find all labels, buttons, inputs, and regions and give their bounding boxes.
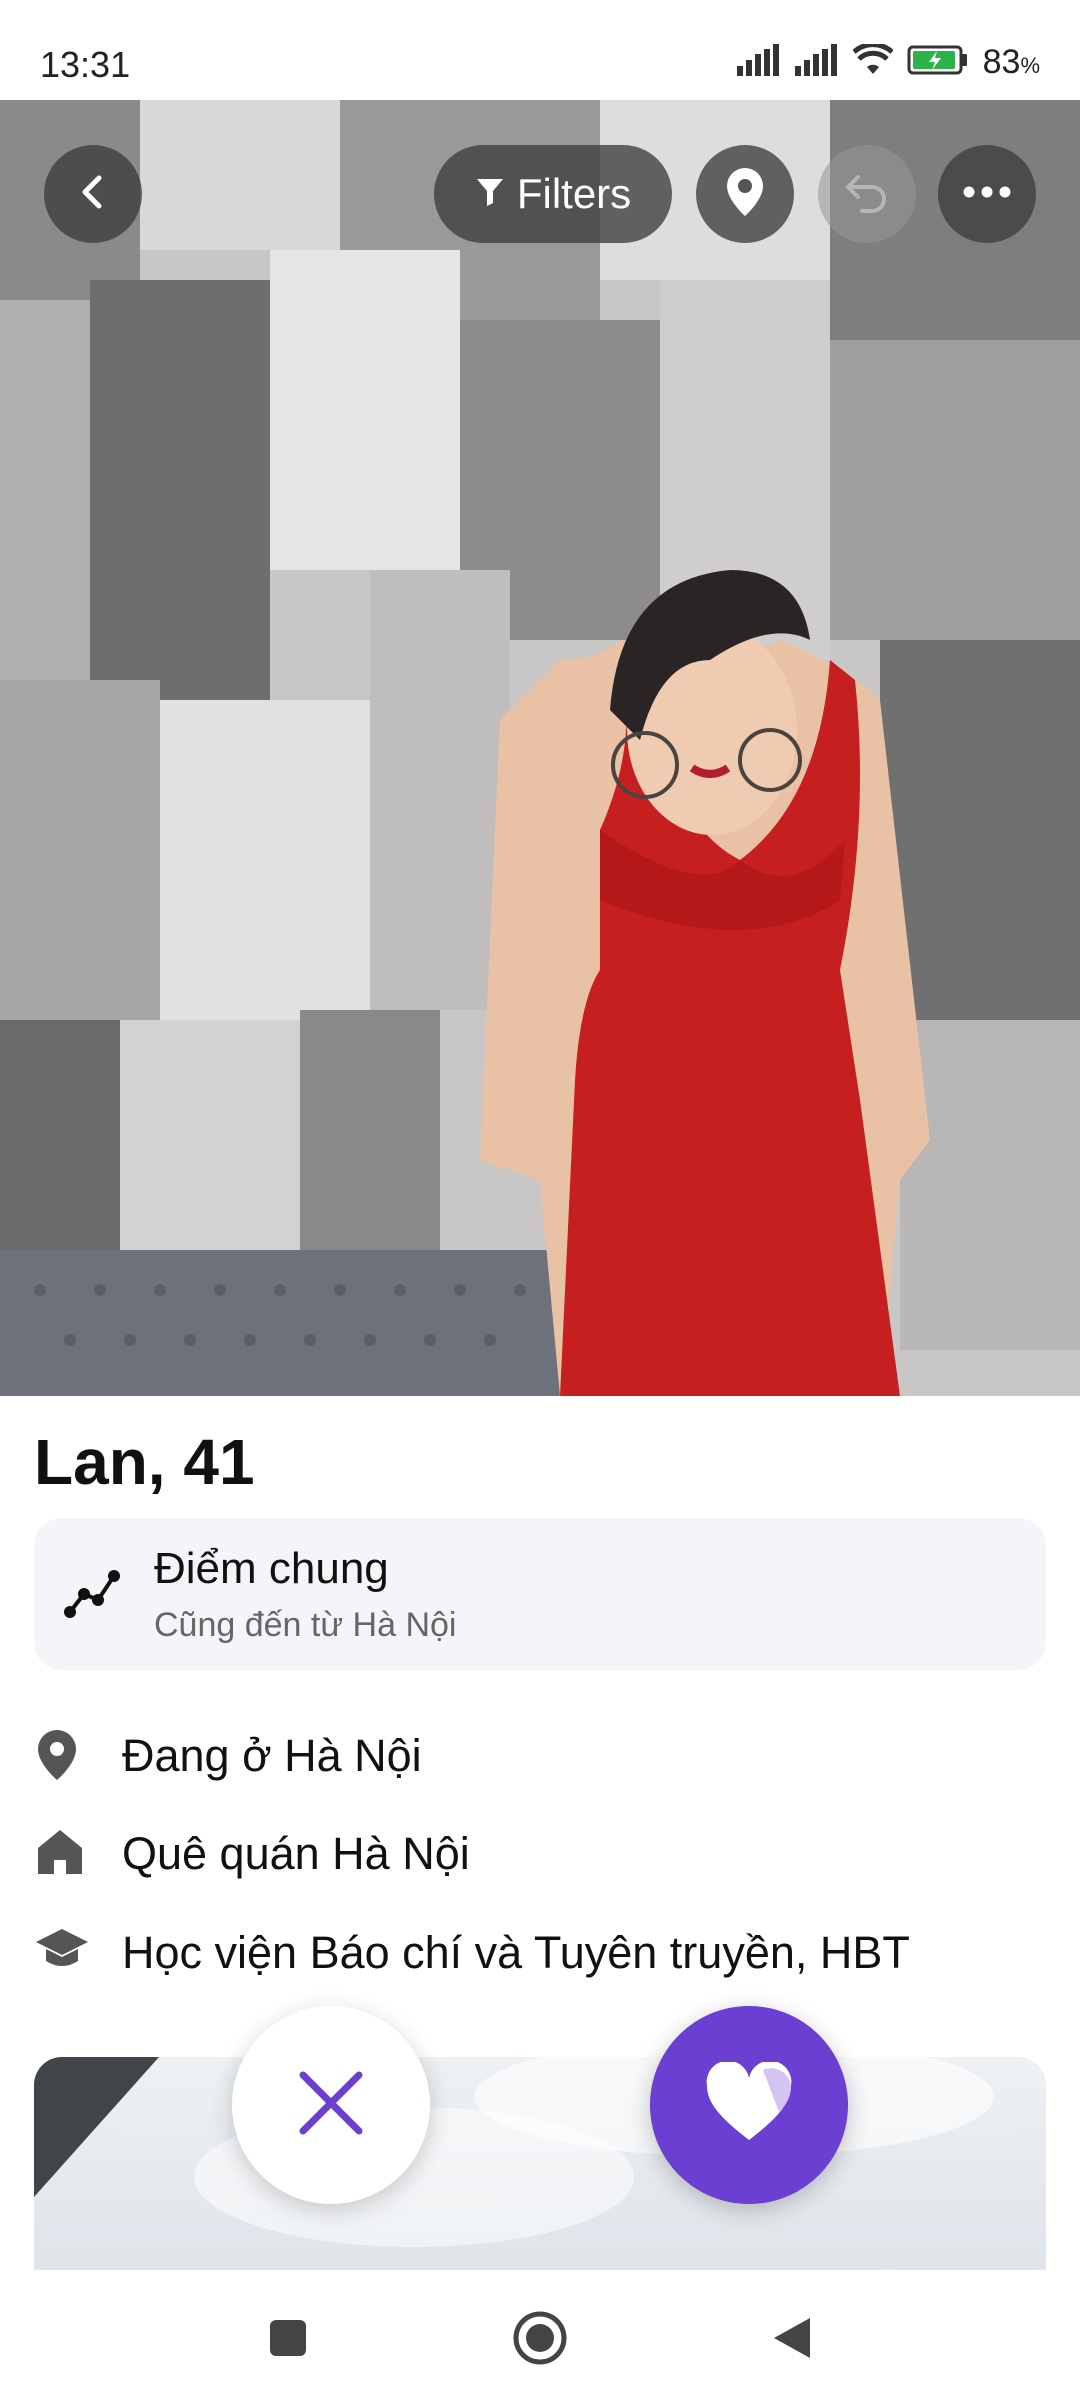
hometown-text: Quê quán Hà Nội <box>122 1828 470 1879</box>
common-title: Điểm chung <box>154 1544 389 1593</box>
heart-icon <box>703 2060 795 2149</box>
hometown-row: Quê quán Hà Nội <box>34 1818 1034 1888</box>
signal-icon <box>736 43 781 81</box>
current-city-text: Đang ở Hà Nội <box>122 1730 422 1781</box>
filters-button[interactable]: Filters <box>434 145 672 243</box>
home-icon <box>34 1826 86 1883</box>
education-text: Học viện Báo chí và Tuyên truyền, HBT <box>122 1927 910 1978</box>
second-photo[interactable] <box>34 2057 1046 2272</box>
photo-illustration <box>34 2057 994 2247</box>
home-circle-icon <box>512 2310 568 2371</box>
filter-icon <box>475 170 505 218</box>
wifi-icon <box>851 41 894 81</box>
recent-apps-icon <box>268 2318 308 2363</box>
close-icon <box>295 2067 367 2144</box>
battery-percent: 83% <box>982 42 1040 81</box>
location-pin-icon <box>34 1728 80 1787</box>
status-bar: 13:31 83% <box>0 0 1080 100</box>
filters-label: Filters <box>516 170 632 217</box>
back-triangle-icon <box>770 2314 814 2367</box>
recent-apps-button[interactable] <box>258 2310 318 2370</box>
undo-icon <box>844 171 890 218</box>
photo-illustration <box>0 100 1080 1396</box>
profile-photo[interactable] <box>0 100 1080 1396</box>
back-nav-button[interactable] <box>762 2310 822 2370</box>
signal-icon <box>794 43 839 81</box>
education-row: Học viện Báo chí và Tuyên truyền, HBT <box>34 1917 1034 1987</box>
chevron-left-icon <box>73 172 113 217</box>
more-horizontal-icon <box>963 185 1011 203</box>
system-nav-bar <box>0 2270 1080 2400</box>
like-button[interactable] <box>650 2006 848 2204</box>
more-options-button[interactable] <box>938 145 1036 243</box>
profile-name-age: Lan, 41 <box>34 1426 255 1498</box>
current-city-row: Đang ở Hà Nội <box>34 1720 1034 1790</box>
status-icons: 83% <box>736 41 1040 82</box>
status-time: 13:31 <box>40 44 131 85</box>
graduation-cap-icon <box>34 1925 90 1978</box>
dislike-button[interactable] <box>232 2006 430 2204</box>
common-ground-card: Điểm chung Cũng đến từ Hà Nội <box>34 1518 1046 1670</box>
location-pin-icon <box>723 166 767 223</box>
back-button[interactable] <box>44 145 142 243</box>
location-button[interactable] <box>696 145 794 243</box>
connection-graph-icon <box>64 1568 120 1625</box>
top-controls: Filters <box>0 145 1080 245</box>
battery-charging-icon <box>907 44 969 81</box>
common-subtitle: Cũng đến từ Hà Nội <box>154 1606 457 1644</box>
home-nav-button[interactable] <box>510 2310 570 2370</box>
undo-button[interactable] <box>818 145 916 243</box>
